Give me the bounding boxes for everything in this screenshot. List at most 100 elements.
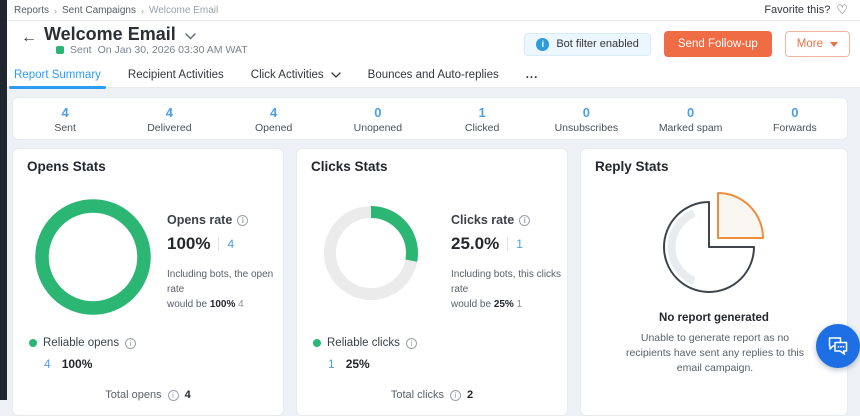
summary-stats-card: 4 Sent 4 Delivered 4 Opened 0 Unopened 1… (12, 97, 848, 140)
breadcrumb: Reports › Sent Campaigns › Welcome Email (14, 5, 218, 16)
card-title: Opens Stats (27, 159, 106, 174)
info-icon[interactable] (406, 338, 417, 349)
total-value: 4 (185, 389, 191, 401)
stat-unopened[interactable]: 0 Unopened (326, 103, 430, 134)
legend-label: Reliable opens (43, 337, 119, 349)
more-label: More (797, 38, 823, 50)
note-line1: Including bots, this clicks rate (451, 269, 561, 295)
stat-sent[interactable]: 4 Sent (13, 103, 117, 134)
stat-label: Delivered (117, 122, 221, 134)
info-icon[interactable] (519, 215, 530, 226)
stat-value: 0 (326, 105, 430, 120)
note-bold: 25% (494, 299, 514, 310)
stat-opened[interactable]: 4 Opened (222, 103, 326, 134)
info-icon[interactable] (125, 338, 136, 349)
stat-label: Unsubscribes (534, 122, 638, 134)
total-clicks-row: Total clicks 2 (297, 389, 567, 401)
tab-click-activities[interactable]: Click Activities (251, 62, 341, 88)
description-line3: email campaign. (677, 362, 753, 374)
breadcrumb-separator: › (141, 6, 144, 16)
breadcrumb-sent-campaigns[interactable]: Sent Campaigns (62, 5, 136, 16)
info-icon[interactable] (168, 390, 179, 401)
stat-label: Marked spam (639, 122, 743, 134)
info-icon[interactable] (237, 215, 248, 226)
status-date: On Jan 30, 2026 03:30 AM WAT (98, 44, 248, 56)
collapsed-sidebar-strip[interactable] (0, 0, 7, 400)
legend-percent: 100% (62, 357, 93, 371)
breadcrumb-separator: › (54, 6, 57, 16)
reliable-clicks-values: 1 25% (328, 357, 370, 371)
card-title: Clicks Stats (311, 159, 388, 174)
rate-count[interactable]: 4 (227, 237, 234, 251)
stat-marked-spam[interactable]: 0 Marked spam (639, 103, 743, 134)
card-title: Reply Stats (595, 159, 669, 174)
tab-bar: Report Summary Recipient Activities Clic… (7, 62, 860, 88)
info-icon[interactable] (450, 390, 461, 401)
opens-donut-chart (35, 199, 151, 320)
tab-bounces-auto-replies[interactable]: Bounces and Auto-replies (368, 62, 499, 88)
legend-label: Reliable clicks (327, 337, 400, 349)
stat-delivered[interactable]: 4 Delivered (117, 103, 221, 134)
reliable-clicks-legend: Reliable clicks (313, 337, 417, 349)
reliable-opens-values: 4 100% (44, 357, 92, 371)
note-count: 4 (238, 299, 244, 310)
tab-label: Recipient Activities (128, 69, 224, 81)
tab-recipient-activities[interactable]: Recipient Activities (128, 62, 224, 88)
heart-icon[interactable]: ♡ (836, 3, 848, 16)
favorite-this[interactable]: Favorite this? ♡ (764, 3, 848, 16)
total-value: 2 (467, 389, 473, 401)
stat-label: Sent (13, 122, 117, 134)
stat-value: 4 (13, 105, 117, 120)
stat-label: Unopened (326, 122, 430, 134)
legend-count[interactable]: 1 (328, 357, 335, 371)
note-line2: would be (167, 299, 207, 310)
chevron-down-icon[interactable] (185, 24, 196, 45)
info-icon (536, 38, 549, 51)
ellipsis-icon: ... (526, 69, 539, 81)
campaign-status: Sent On Jan 30, 2026 03:30 AM WAT (56, 44, 248, 56)
no-report-title: No report generated (581, 312, 847, 324)
stat-unsubscribes[interactable]: 0 Unsubscribes (534, 103, 638, 134)
reliable-opens-legend: Reliable opens (29, 337, 136, 349)
chevron-down-icon (331, 72, 341, 78)
stat-label: Opened (222, 122, 326, 134)
tab-more-ellipsis[interactable]: ... (526, 62, 539, 88)
breadcrumb-reports[interactable]: Reports (14, 5, 49, 16)
stat-value: 4 (117, 105, 221, 120)
stat-value: 0 (639, 105, 743, 120)
rate-label: Opens rate (167, 213, 232, 227)
header-actions: Bot filter enabled Send Follow-up More (524, 31, 850, 57)
no-report-pie-illustration (647, 189, 775, 310)
divider (507, 237, 508, 251)
opens-rate-value-row: 100% 4 (167, 234, 281, 254)
bot-filter-badge[interactable]: Bot filter enabled (524, 33, 651, 56)
rate-count[interactable]: 1 (516, 237, 523, 251)
clicks-donut-chart (323, 205, 419, 306)
tab-label: Click Activities (251, 69, 324, 81)
legend-dot-icon (313, 339, 321, 347)
total-label: Total opens (105, 389, 161, 401)
opens-bot-note: Including bots, the open rate would be 1… (167, 267, 281, 312)
masthead: Reports › Sent Campaigns › Welcome Email… (7, 0, 860, 88)
page-title: Welcome Email (44, 24, 196, 45)
clicks-rate-label-row: Clicks rate (451, 213, 565, 227)
tab-report-summary[interactable]: Report Summary (14, 62, 101, 88)
tab-label: Report Summary (14, 69, 101, 81)
stat-value: 0 (743, 105, 847, 120)
stat-clicked[interactable]: 1 Clicked (430, 103, 534, 134)
breadcrumb-current: Welcome Email (149, 5, 218, 16)
stat-value: 4 (222, 105, 326, 120)
opens-rate-block: Opens rate 100% 4 Including bots, the op… (167, 213, 281, 312)
stat-forwards[interactable]: 0 Forwards (743, 103, 847, 134)
back-arrow-icon[interactable]: ← (21, 29, 37, 47)
stat-label: Clicked (430, 122, 534, 134)
opens-stats-card: Opens Stats Opens rate 100% 4 Including … (12, 148, 284, 416)
favorite-label: Favorite this? (764, 4, 830, 16)
rate-label: Clicks rate (451, 213, 514, 227)
more-button[interactable]: More (785, 31, 850, 57)
stat-value: 1 (430, 105, 534, 120)
send-follow-up-button[interactable]: Send Follow-up (664, 31, 772, 57)
legend-count[interactable]: 4 (44, 357, 51, 371)
chat-support-button[interactable] (816, 324, 860, 368)
clicks-rate-value-row: 25.0% 1 (451, 234, 565, 254)
